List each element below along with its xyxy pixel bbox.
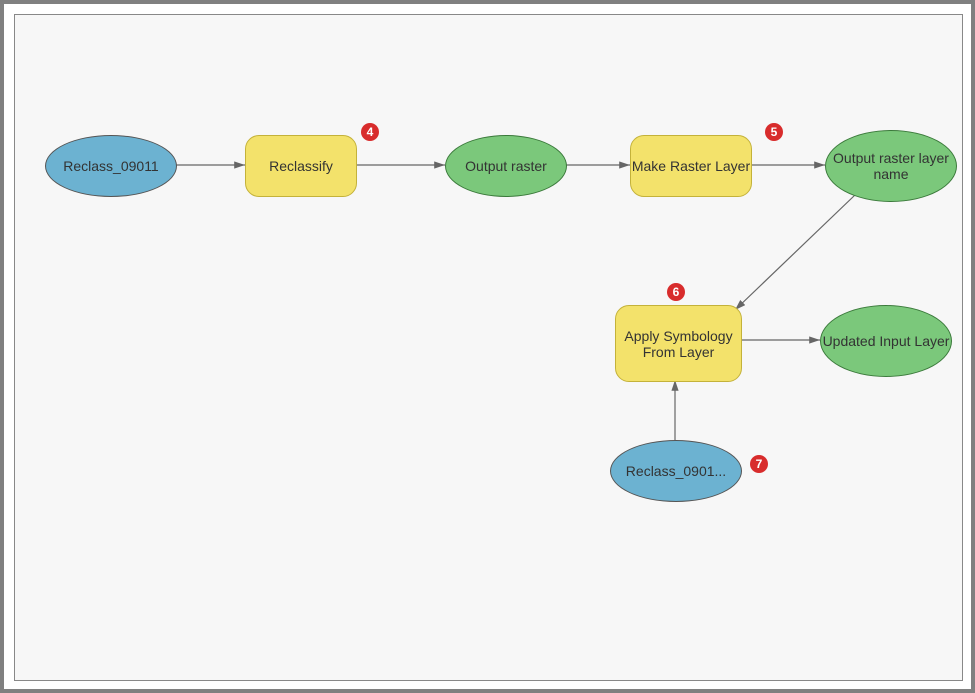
node-input-reclass-0901[interactable]: Reclass_0901... [610,440,742,502]
node-tool-reclassify[interactable]: Reclassify [245,135,357,197]
node-tool-make-raster-layer[interactable]: Make Raster Layer [630,135,752,197]
node-label: Output raster [465,158,547,174]
badge-5: 5 [765,123,783,141]
node-label: Reclass_09011 [63,158,158,174]
node-label: Updated Input Layer [823,333,950,349]
node-tool-apply-symbology[interactable]: Apply Symbology From Layer [615,305,742,382]
node-label: Make Raster Layer [632,158,750,174]
node-input-reclass-09011[interactable]: Reclass_09011 [45,135,177,197]
node-output-raster-layer-name[interactable]: Output raster layer name [825,130,957,202]
badge-6: 6 [667,283,685,301]
badge-7: 7 [750,455,768,473]
node-label: Output raster layer name [826,150,956,182]
connectors [15,15,962,680]
diagram-frame: Reclass_09011 Reclassify Output raster M… [0,0,975,693]
node-label: Reclass_0901... [626,463,726,479]
node-output-updated-layer[interactable]: Updated Input Layer [820,305,952,377]
model-canvas[interactable]: Reclass_09011 Reclassify Output raster M… [14,14,963,681]
badge-4: 4 [361,123,379,141]
node-output-raster[interactable]: Output raster [445,135,567,197]
node-label: Reclassify [269,158,333,174]
node-label: Apply Symbology From Layer [616,328,741,360]
